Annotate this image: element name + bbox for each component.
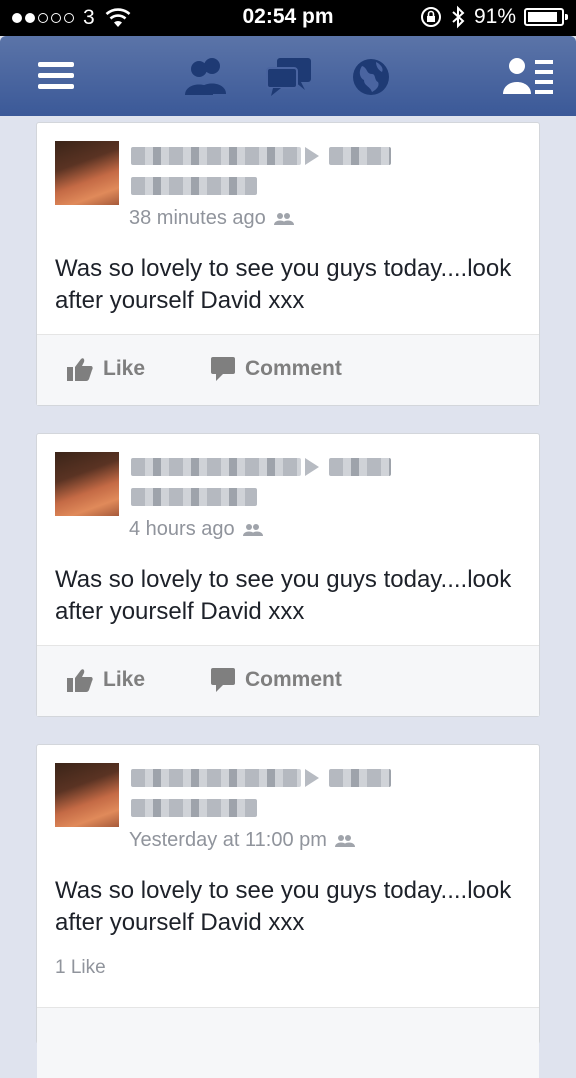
messages-icon[interactable] [265,56,313,98]
target-name-blurred[interactable] [329,769,391,787]
timestamp[interactable]: Yesterday at 11:00 pm [129,829,327,852]
author-name-blurred[interactable] [131,147,301,165]
arrow-icon [305,458,319,476]
post-actions: Like Comment [37,334,539,405]
target-name-blurred[interactable] [131,177,257,195]
menu-icon[interactable] [36,56,76,96]
friends-audience-icon [273,212,294,225]
post-card: 38 minutes ago Was so lovely to see you … [36,122,540,406]
likes-count[interactable]: 1 Like [55,957,106,979]
post-text: Was so lovely to see you guys today....l… [55,566,512,625]
post-text: Was so lovely to see you guys today....l… [55,255,512,314]
battery-fill [528,12,558,22]
author-name-blurred[interactable] [131,769,301,787]
comment-icon [211,357,235,381]
timestamp-row[interactable]: 38 minutes ago [129,207,294,230]
author-name-blurred[interactable] [131,458,301,476]
post-actions: Like Comment [37,645,539,716]
target-name-blurred[interactable] [329,147,391,165]
target-name-blurred[interactable] [329,458,391,476]
thumbs-up-icon [67,358,93,381]
arrow-icon [305,147,319,165]
post-card: 4 hours ago Was so lovely to see you guy… [36,433,540,717]
timestamp-row[interactable]: 4 hours ago [129,518,263,541]
timestamp[interactable]: 38 minutes ago [129,207,266,230]
like-label: Like [103,668,146,691]
timestamp-row[interactable]: Yesterday at 11:00 pm [129,829,355,852]
battery-icon [524,8,568,26]
comment-button[interactable]: Comment [211,668,342,692]
post-actions [37,1007,539,1078]
comment-icon [211,668,235,692]
globe-icon[interactable] [350,56,392,98]
friends-audience-icon [334,834,355,847]
comment-label: Comment [245,668,342,691]
friends-audience-icon [242,523,263,536]
avatar[interactable] [55,452,119,516]
timestamp[interactable]: 4 hours ago [129,518,235,541]
like-button[interactable]: Like [67,357,145,381]
post-card: Yesterday at 11:00 pm Was so lovely to s… [36,744,540,1078]
thumbs-up-icon [67,669,93,692]
arrow-icon [305,769,319,787]
status-right: 91% [420,5,568,29]
avatar[interactable] [55,763,119,827]
battery-tip [565,14,568,20]
avatar[interactable] [55,141,119,205]
target-name-blurred[interactable] [131,799,257,817]
top-navbar [0,36,576,116]
status-bar: 3 02:54 pm 91% [0,0,576,36]
like-label: Like [103,357,146,380]
profile-list-icon[interactable] [503,56,555,96]
battery-percent: 91% [473,5,516,28]
like-button[interactable]: Like [67,668,145,692]
bluetooth-icon [452,5,465,29]
target-name-blurred[interactable] [131,488,257,506]
post-text: Was so lovely to see you guys today....l… [55,877,512,936]
comment-button[interactable]: Comment [211,357,342,381]
comment-label: Comment [245,357,342,380]
rotation-lock-icon [420,7,441,27]
friends-icon[interactable] [182,56,230,96]
